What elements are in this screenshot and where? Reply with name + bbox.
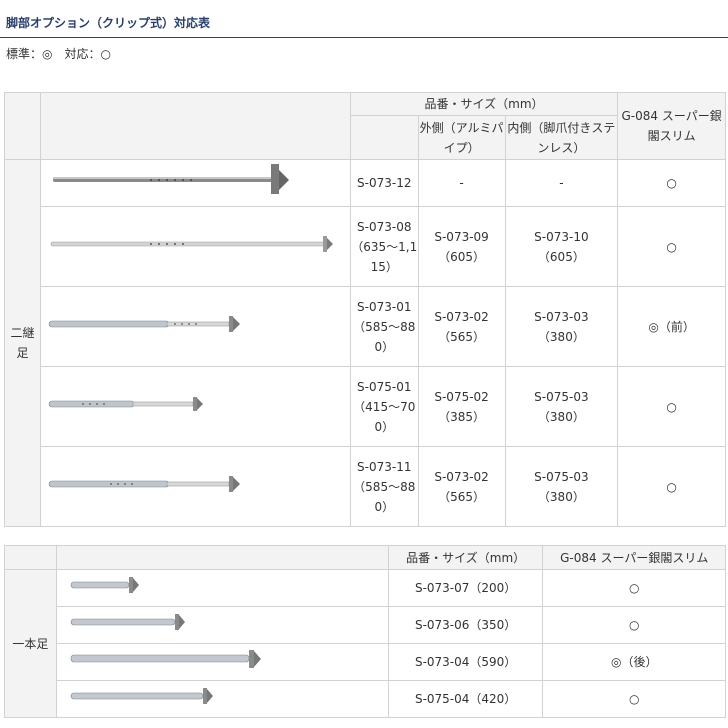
leg-pole-icon xyxy=(70,614,185,630)
group-label: 二継足 xyxy=(4,159,41,527)
part-code: S-075-04（420） xyxy=(387,680,544,718)
outer-code: S-073-02 xyxy=(434,309,489,324)
set-code: S-073-01（585～880） xyxy=(349,286,419,367)
inner-cell: S-075-03 （380） xyxy=(504,366,619,447)
compat-mark: ○ xyxy=(617,366,726,447)
compat-mark: ○ xyxy=(542,606,726,644)
single-leg-table: 品番・サイズ（mm） G-084 スーパー銀閣スリム 一本足 S-073-07（… xyxy=(4,545,726,718)
leg-pole-icon xyxy=(70,577,139,593)
leg-image xyxy=(55,606,389,644)
part-size-header: 品番・サイズ（mm） xyxy=(387,545,544,570)
inner-code: S-073-03 xyxy=(534,309,589,324)
compat-mark: ○ xyxy=(542,569,726,607)
inner-code: S-075-03 xyxy=(534,389,589,404)
set-code: S-073-12 xyxy=(349,159,419,207)
compat-mark: ○ xyxy=(542,680,726,718)
inner-cell: S-073-03 （380） xyxy=(504,286,619,367)
part-code: S-073-04（590） xyxy=(387,643,544,681)
outer-cell: S-073-02 （565） xyxy=(417,446,506,527)
inner-code: S-075-03 xyxy=(534,469,589,484)
compat-header: G-084 スーパー銀閣スリム xyxy=(542,545,726,570)
corner-cell xyxy=(4,545,57,570)
part-code: S-073-07（200） xyxy=(387,569,544,607)
leg-image xyxy=(39,206,351,287)
compat-mark: ◎（後） xyxy=(542,643,726,681)
set-code: S-075-01（415～700） xyxy=(349,366,419,447)
outer-size: （605） xyxy=(438,249,486,264)
leg-pole-icon xyxy=(52,164,289,194)
group-label: 一本足 xyxy=(4,569,57,718)
leg-image xyxy=(55,680,389,718)
set-code: S-073-08（635～1,115） xyxy=(349,206,419,287)
compat-header: G-084 スーパー銀閣スリム xyxy=(617,92,726,160)
leg-image xyxy=(39,286,351,367)
page-title: 脚部オプション（クリップ式）対応表 xyxy=(6,16,211,30)
image-header-cell xyxy=(55,545,389,570)
outer-cell: S-073-09 （605） xyxy=(417,206,506,287)
compat-mark: ○ xyxy=(617,206,726,287)
leg-pole-icon xyxy=(70,650,261,668)
leg-pole-icon xyxy=(48,315,240,332)
corner-cell xyxy=(4,92,41,160)
leg-image xyxy=(55,643,389,681)
inner-header: 内側（脚爪付きステンレス） xyxy=(504,115,619,160)
inner-cell: S-073-10 （605） xyxy=(504,206,619,287)
leg-pole-icon xyxy=(48,475,240,492)
leg-image xyxy=(39,366,351,447)
outer-cell: S-073-02 （565） xyxy=(417,286,506,367)
title-divider xyxy=(0,37,728,38)
two-section-leg-table: 品番・サイズ（mm） G-084 スーパー銀閣スリム 外側（アルミパイプ） 内側… xyxy=(4,92,726,527)
leg-image xyxy=(39,446,351,527)
legend-text: 標準：◎ 対応：○ xyxy=(6,47,111,61)
leg-pole-icon xyxy=(50,235,333,252)
leg-image xyxy=(55,569,389,607)
outer-size: （565） xyxy=(438,329,486,344)
leg-pole-icon xyxy=(48,396,203,411)
inner-code: - xyxy=(504,159,619,207)
compat-mark: ◎（前） xyxy=(617,286,726,367)
outer-size: （565） xyxy=(438,489,486,504)
outer-cell: S-075-02 （385） xyxy=(417,366,506,447)
outer-code: S-075-02 xyxy=(434,389,489,404)
inner-cell: S-075-03 （380） xyxy=(504,446,619,527)
outer-code: - xyxy=(417,159,506,207)
inner-size: （380） xyxy=(537,409,585,424)
part-code: S-073-06（350） xyxy=(387,606,544,644)
inner-size: （605） xyxy=(537,249,585,264)
leg-pole-icon xyxy=(70,688,213,704)
inner-code: S-073-10 xyxy=(534,229,589,244)
outer-size: （385） xyxy=(438,409,486,424)
outer-header: 外側（アルミパイプ） xyxy=(417,115,506,160)
image-header-cell xyxy=(39,92,351,160)
set-code: S-073-11（585～880） xyxy=(349,446,419,527)
compat-mark: ○ xyxy=(617,446,726,527)
outer-code: S-073-02 xyxy=(434,469,489,484)
outer-code: S-073-09 xyxy=(434,229,489,244)
part-size-header: 品番・サイズ（mm） xyxy=(349,92,619,116)
set-code-header-blank xyxy=(349,115,419,160)
leg-image xyxy=(39,159,351,207)
inner-size: （380） xyxy=(537,329,585,344)
compat-mark: ○ xyxy=(617,159,726,207)
inner-size: （380） xyxy=(537,489,585,504)
